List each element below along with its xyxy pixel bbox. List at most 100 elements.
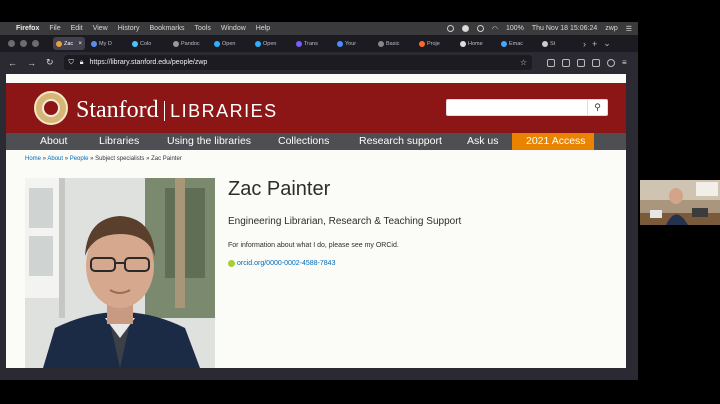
forward-button[interactable]: → (27, 58, 36, 68)
breadcrumb: Home » About » People » Subject speciali… (25, 156, 182, 162)
clock[interactable]: Thu Nov 18 15:06:24 (532, 25, 597, 32)
tab-label: My D (99, 40, 112, 47)
menu-window[interactable]: Window (221, 25, 246, 32)
menu-file[interactable]: File (49, 25, 60, 32)
extension-icon[interactable] (592, 58, 600, 67)
nav-libraries[interactable]: Libraries (99, 133, 139, 150)
tab-list-button[interactable]: ⌄ (603, 38, 611, 49)
tab[interactable]: Colo (129, 37, 167, 50)
lock-icon[interactable]: 🔒︎ (80, 59, 84, 67)
tab-favicon-icon (255, 40, 261, 47)
user-name[interactable]: zwp (605, 25, 617, 32)
back-button[interactable]: ← (8, 58, 17, 68)
site-search-input[interactable]: ⚲ (446, 99, 608, 116)
tab-label: Open (222, 40, 236, 47)
reload-button[interactable]: ↻ (46, 57, 54, 68)
menu-icon[interactable]: ≡ (622, 58, 630, 67)
window-controls (8, 40, 39, 47)
tab-favicon-icon (419, 40, 425, 47)
nav-collections[interactable]: Collections (278, 133, 329, 150)
portrait-illustration (25, 178, 215, 368)
url-text[interactable]: https://library.stanford.edu/people/zwp (90, 59, 208, 66)
orcid-link[interactable]: orcid.org/0000-0002-4588-7843 (228, 260, 335, 267)
webcam-feed (640, 180, 720, 225)
tab-strip: Zac × My D Colo Pandoc Open Open Trans Your Basic… (0, 35, 638, 52)
tab-label: Home (468, 40, 483, 47)
tab[interactable]: Proje (416, 37, 454, 50)
tab[interactable]: Basic (375, 37, 413, 50)
downloads-icon[interactable] (547, 58, 555, 67)
orcid-icon (228, 260, 235, 267)
wifi-icon[interactable]: ◠ (492, 25, 498, 33)
breadcrumb-about[interactable]: About (47, 156, 63, 162)
breadcrumb-people[interactable]: People (70, 156, 89, 162)
url-bar[interactable]: ⛉ 🔒︎ https://library.stanford.edu/people… (63, 55, 532, 70)
webpage: Stanford LIBRARIES ⚲ About Libraries Usi… (6, 74, 626, 368)
breadcrumb-home[interactable]: Home (25, 156, 41, 162)
tab-favicon-icon (296, 40, 302, 47)
battery-label: 100% (505, 25, 524, 32)
nav-2021-access[interactable]: 2021 Access (512, 133, 594, 150)
tab-active[interactable]: Zac × (53, 37, 85, 50)
tab[interactable]: Home (457, 37, 495, 50)
nav-using-the-libraries[interactable]: Using the libraries (167, 133, 251, 150)
screen-record-icon[interactable] (446, 25, 454, 32)
tab[interactable]: Trans (293, 37, 331, 50)
menu-app-name[interactable]: Firefox (16, 25, 39, 32)
new-tab-button[interactable]: + (592, 39, 597, 49)
tab-favicon-icon (337, 40, 343, 47)
tab[interactable]: Open (211, 37, 249, 50)
tab-favicon-icon (91, 40, 97, 47)
close-window-icon[interactable] (8, 40, 15, 47)
person-title: Engineering Librarian, Research & Teachi… (228, 216, 462, 227)
shield-icon[interactable]: ⛉ (69, 59, 74, 67)
tab-favicon-icon (460, 40, 466, 47)
nav-research-support[interactable]: Research support (359, 133, 442, 150)
camera-icon[interactable] (461, 25, 469, 32)
mac-menubar: Firefox File Edit View History Bookmarks… (0, 22, 638, 35)
stanford-seal-icon[interactable] (34, 91, 68, 125)
orcid-text[interactable]: orcid.org/0000-0002-4588-7843 (237, 260, 335, 267)
tab-favicon-icon (173, 40, 179, 47)
breadcrumb-rest: Subject specialists » Zac Painter (95, 156, 182, 162)
tab[interactable]: Pandoc (170, 37, 208, 50)
site-brand[interactable]: Stanford LIBRARIES (76, 97, 278, 124)
nav-ask-us[interactable]: Ask us (467, 133, 499, 150)
control-center-icon[interactable]: ☰ (626, 25, 632, 33)
tab[interactable]: Emac (498, 37, 536, 50)
tab-label: Your (345, 40, 357, 47)
account-icon[interactable] (607, 58, 615, 67)
nav-about[interactable]: About (40, 133, 67, 150)
tab-favicon-icon (214, 40, 220, 47)
person-info: For information about what I do, please … (228, 242, 399, 249)
tab-label: St (550, 40, 556, 47)
menu-history[interactable]: History (118, 25, 140, 32)
tab[interactable]: Open (252, 37, 290, 50)
menu-tools[interactable]: Tools (195, 25, 211, 32)
tab[interactable]: Your (334, 37, 372, 50)
browser-navbar: ← → ↻ ⛉ 🔒︎ https://library.stanford.edu/… (0, 52, 638, 73)
tab[interactable]: St (539, 37, 577, 50)
menu-view[interactable]: View (93, 25, 108, 32)
close-tab-icon[interactable]: × (78, 41, 82, 47)
brand-libraries[interactable]: LIBRARIES (170, 101, 278, 122)
menu-edit[interactable]: Edit (71, 25, 83, 32)
tab-label: Open (263, 40, 277, 47)
sidebar-icon[interactable] (577, 58, 585, 67)
tab-favicon-icon (56, 40, 62, 47)
brand-stanford[interactable]: Stanford (76, 97, 159, 124)
bookmark-star-icon[interactable]: ☆ (520, 58, 527, 67)
library-icon[interactable] (562, 58, 570, 67)
search-icon[interactable]: ⚲ (587, 100, 607, 115)
tab-scroll-icon[interactable]: › (583, 39, 586, 49)
recording-stage: Firefox File Edit View History Bookmarks… (0, 0, 720, 404)
person-name: Zac Painter (228, 178, 331, 200)
minimize-window-icon[interactable] (20, 40, 27, 47)
profile-photo (25, 178, 215, 368)
status-icon[interactable] (476, 25, 484, 32)
tab[interactable]: My D (88, 37, 126, 50)
menu-bookmarks[interactable]: Bookmarks (150, 25, 185, 32)
menu-help[interactable]: Help (256, 25, 270, 32)
zoom-window-icon[interactable] (32, 40, 39, 47)
site-nav: About Libraries Using the libraries Coll… (6, 133, 626, 150)
